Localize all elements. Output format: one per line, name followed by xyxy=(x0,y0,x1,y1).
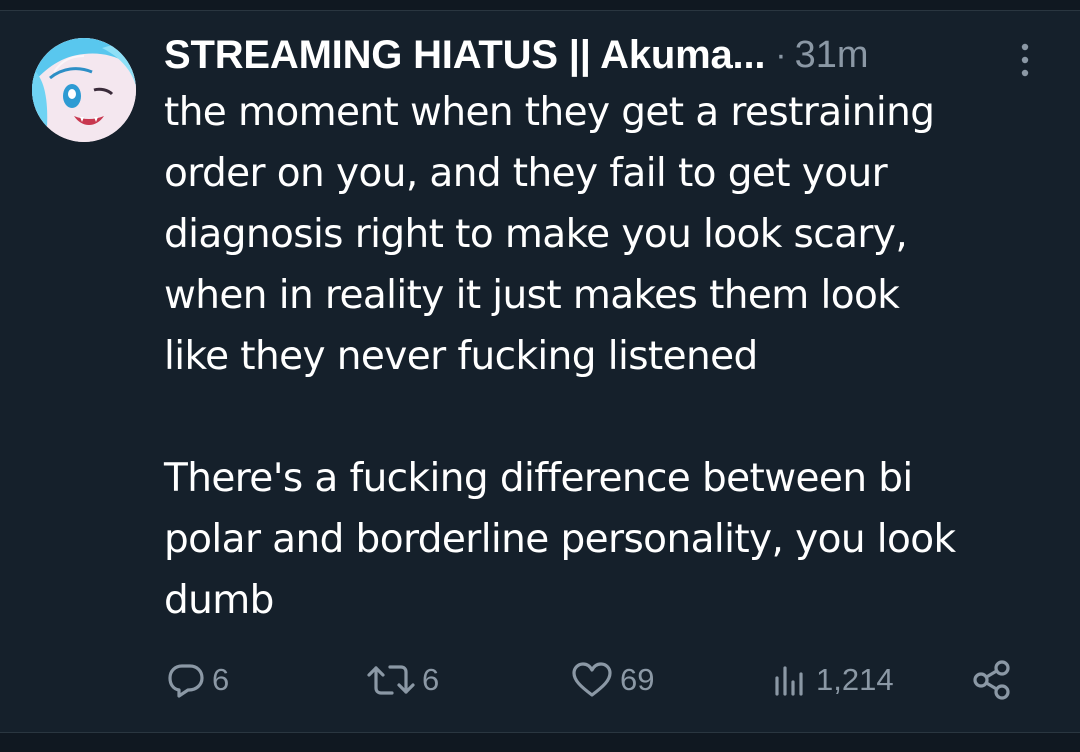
reply-count: 6 xyxy=(212,662,230,697)
like-button[interactable]: 69 xyxy=(570,652,654,708)
views-button[interactable]: 1,214 xyxy=(770,652,894,708)
heart-icon xyxy=(572,662,612,697)
views-icon xyxy=(775,666,803,696)
share-button[interactable] xyxy=(970,652,1020,708)
more-options-button[interactable] xyxy=(1010,38,1040,82)
views-count: 1,214 xyxy=(816,662,894,697)
share-icon xyxy=(973,660,1010,700)
timestamp[interactable]: 31m xyxy=(795,34,869,77)
tweet-text: the moment when they get a restraining o… xyxy=(164,82,1054,631)
action-bar: 6 6 69 1,214 xyxy=(0,652,1080,708)
retweet-count: 6 xyxy=(422,662,440,697)
retweet-button[interactable]: 6 xyxy=(366,652,439,708)
avatar[interactable] xyxy=(32,38,136,142)
bottom-divider xyxy=(0,732,1080,752)
more-vertical-icon xyxy=(1021,43,1029,77)
reply-button[interactable]: 6 xyxy=(166,652,229,708)
top-divider xyxy=(0,0,1080,11)
retweet-icon xyxy=(367,665,415,695)
like-count: 69 xyxy=(620,662,655,697)
tweet-header: STREAMING HIATUS || Akuma... · 31m xyxy=(164,28,869,82)
avatar-image xyxy=(32,38,136,142)
separator-dot: · xyxy=(775,35,787,74)
reply-icon xyxy=(168,664,204,698)
display-name[interactable]: STREAMING HIATUS || Akuma... xyxy=(164,33,765,78)
tweet-paragraph: the moment when they get a restraining o… xyxy=(164,90,935,379)
tweet-paragraph: There's a fucking difference between bi … xyxy=(164,456,956,623)
